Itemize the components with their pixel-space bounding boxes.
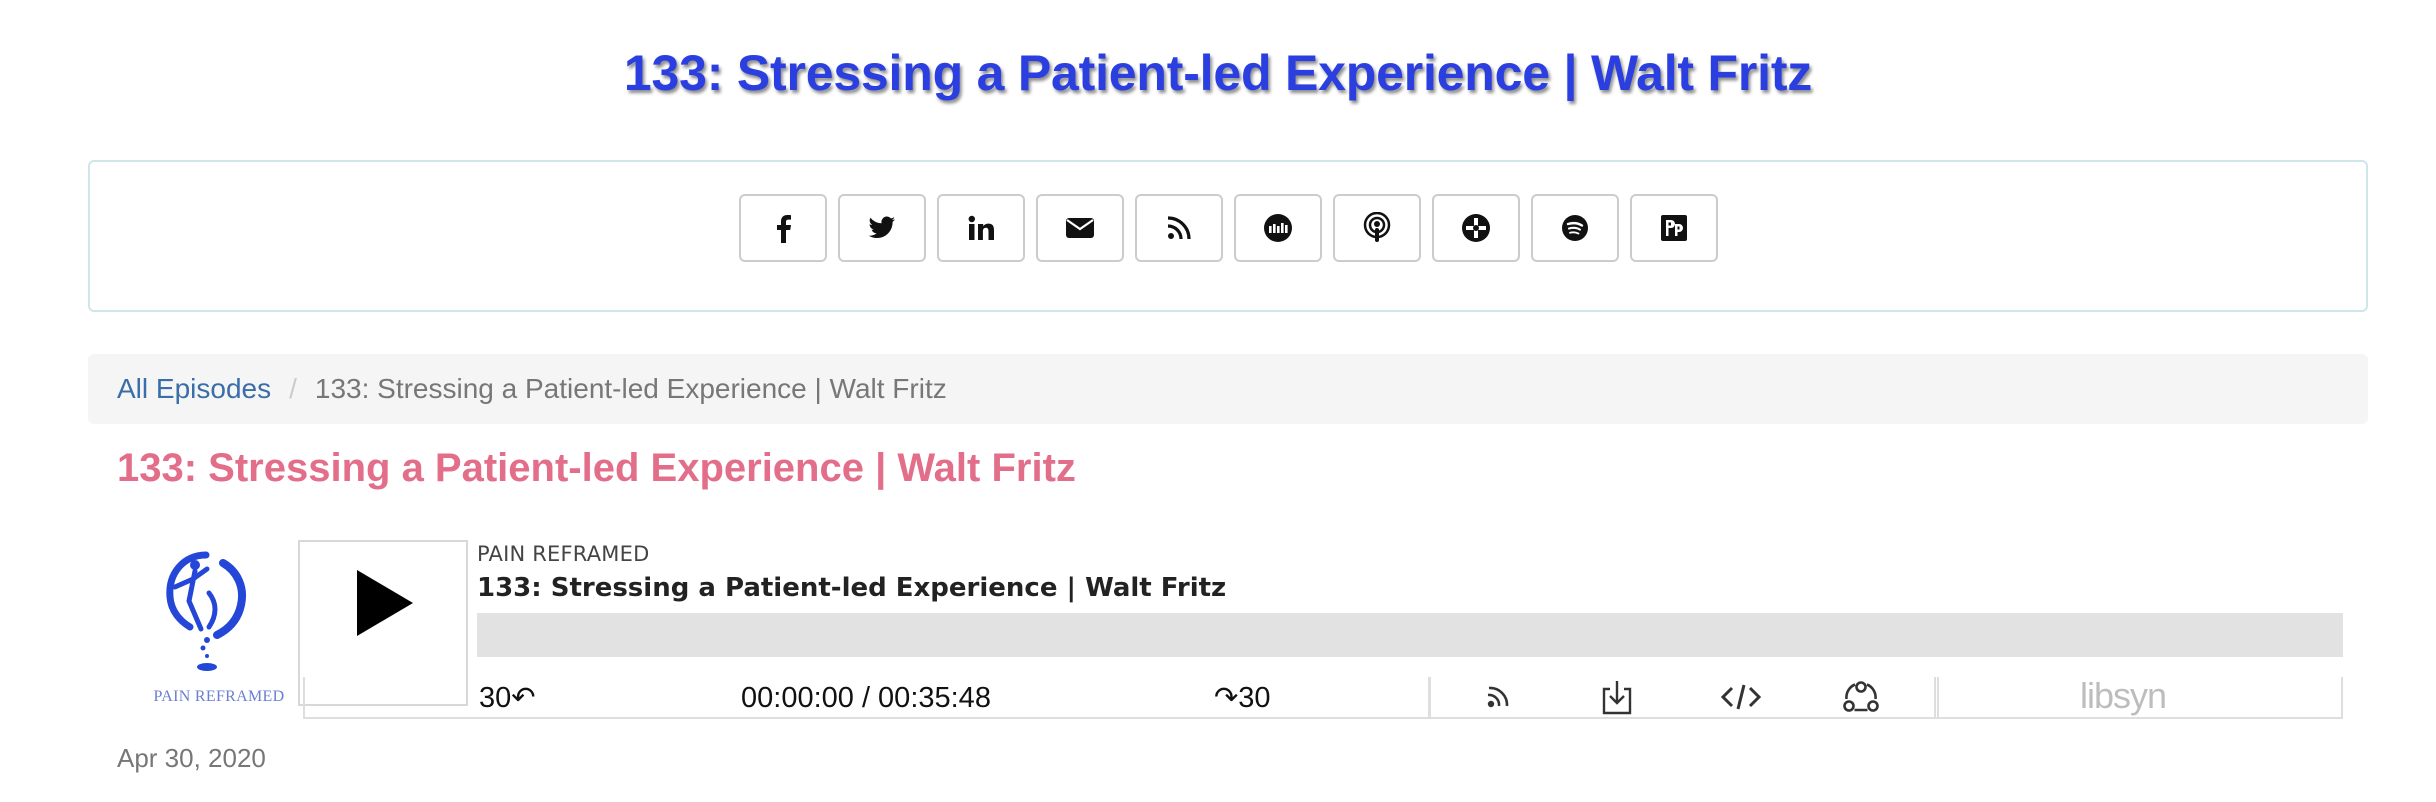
embed-code-icon — [1720, 682, 1762, 717]
episode-date: Apr 30, 2020 — [117, 743, 266, 773]
site-title: 133: Stressing a Patient-led Experience … — [623, 45, 1813, 101]
breadcrumb: All Episodes / 133: Stressing a Patient-… — [88, 354, 2368, 424]
facebook-icon — [772, 213, 794, 243]
player-episode-title: 133: Stressing a Patient-led Experience … — [477, 573, 1227, 603]
spotify-share-button[interactable] — [1530, 194, 1619, 262]
embed-button[interactable] — [1720, 679, 1762, 719]
libsyn-logo[interactable]: libsyn — [2080, 675, 2167, 717]
apple-podcasts-share-button[interactable] — [1332, 194, 1421, 262]
share-icon — [1843, 680, 1879, 719]
player-show-name: PAIN REFRAMED — [477, 542, 650, 566]
rss-share-button[interactable] — [1134, 194, 1223, 262]
audio-player: PAIN REFRAMED PAIN REFRAMED 133: Stressi… — [117, 535, 2343, 725]
download-icon — [1601, 679, 1633, 720]
skip-forward-30-button[interactable]: ↷30 — [1214, 680, 1271, 716]
time-display: 00:00:00 / 00:35:48 — [741, 682, 991, 714]
stitcher-icon — [1263, 213, 1293, 243]
podcast-logo: PAIN REFRAMED — [131, 545, 284, 715]
twitter-icon — [868, 216, 896, 240]
apple-podcasts-icon — [1362, 212, 1392, 244]
linkedin-share-button[interactable] — [936, 194, 1025, 262]
breadcrumb-all-episodes-link[interactable]: All Episodes — [117, 373, 271, 405]
facebook-share-button[interactable] — [738, 194, 827, 262]
breadcrumb-separator: / — [289, 373, 297, 404]
google-podcasts-icon — [1461, 213, 1491, 243]
episode-title: 133: Stressing a Patient-led Experience … — [117, 446, 1076, 490]
google-podcasts-share-button[interactable] — [1431, 194, 1520, 262]
controls-divider — [1937, 677, 1939, 719]
email-share-button[interactable] — [1035, 194, 1124, 262]
twitter-share-button[interactable] — [837, 194, 926, 262]
controls-divider — [1429, 677, 1431, 719]
share-buttons-row — [90, 194, 2366, 262]
share-panel — [88, 160, 2368, 312]
spotify-icon — [1561, 214, 1589, 242]
rss-icon — [1167, 216, 1191, 240]
linkedin-icon — [968, 215, 994, 241]
breadcrumb-current: 133: Stressing a Patient-led Experience … — [314, 373, 947, 404]
subscribe-icon — [1482, 682, 1512, 717]
share-button[interactable] — [1841, 679, 1881, 719]
skip-back-30-button[interactable]: 30↶ — [479, 680, 536, 716]
player-controls — [303, 677, 2343, 719]
subscribe-button[interactable] — [1477, 679, 1517, 719]
podchaser-icon — [1660, 214, 1688, 242]
stitcher-share-button[interactable] — [1233, 194, 1322, 262]
podchaser-share-button[interactable] — [1629, 194, 1718, 262]
podcast-logo-label: PAIN REFRAMED — [153, 688, 285, 705]
progress-bar[interactable] — [477, 613, 2343, 657]
download-button[interactable] — [1597, 679, 1637, 719]
controls-divider — [1934, 677, 1936, 719]
email-icon — [1065, 216, 1095, 240]
